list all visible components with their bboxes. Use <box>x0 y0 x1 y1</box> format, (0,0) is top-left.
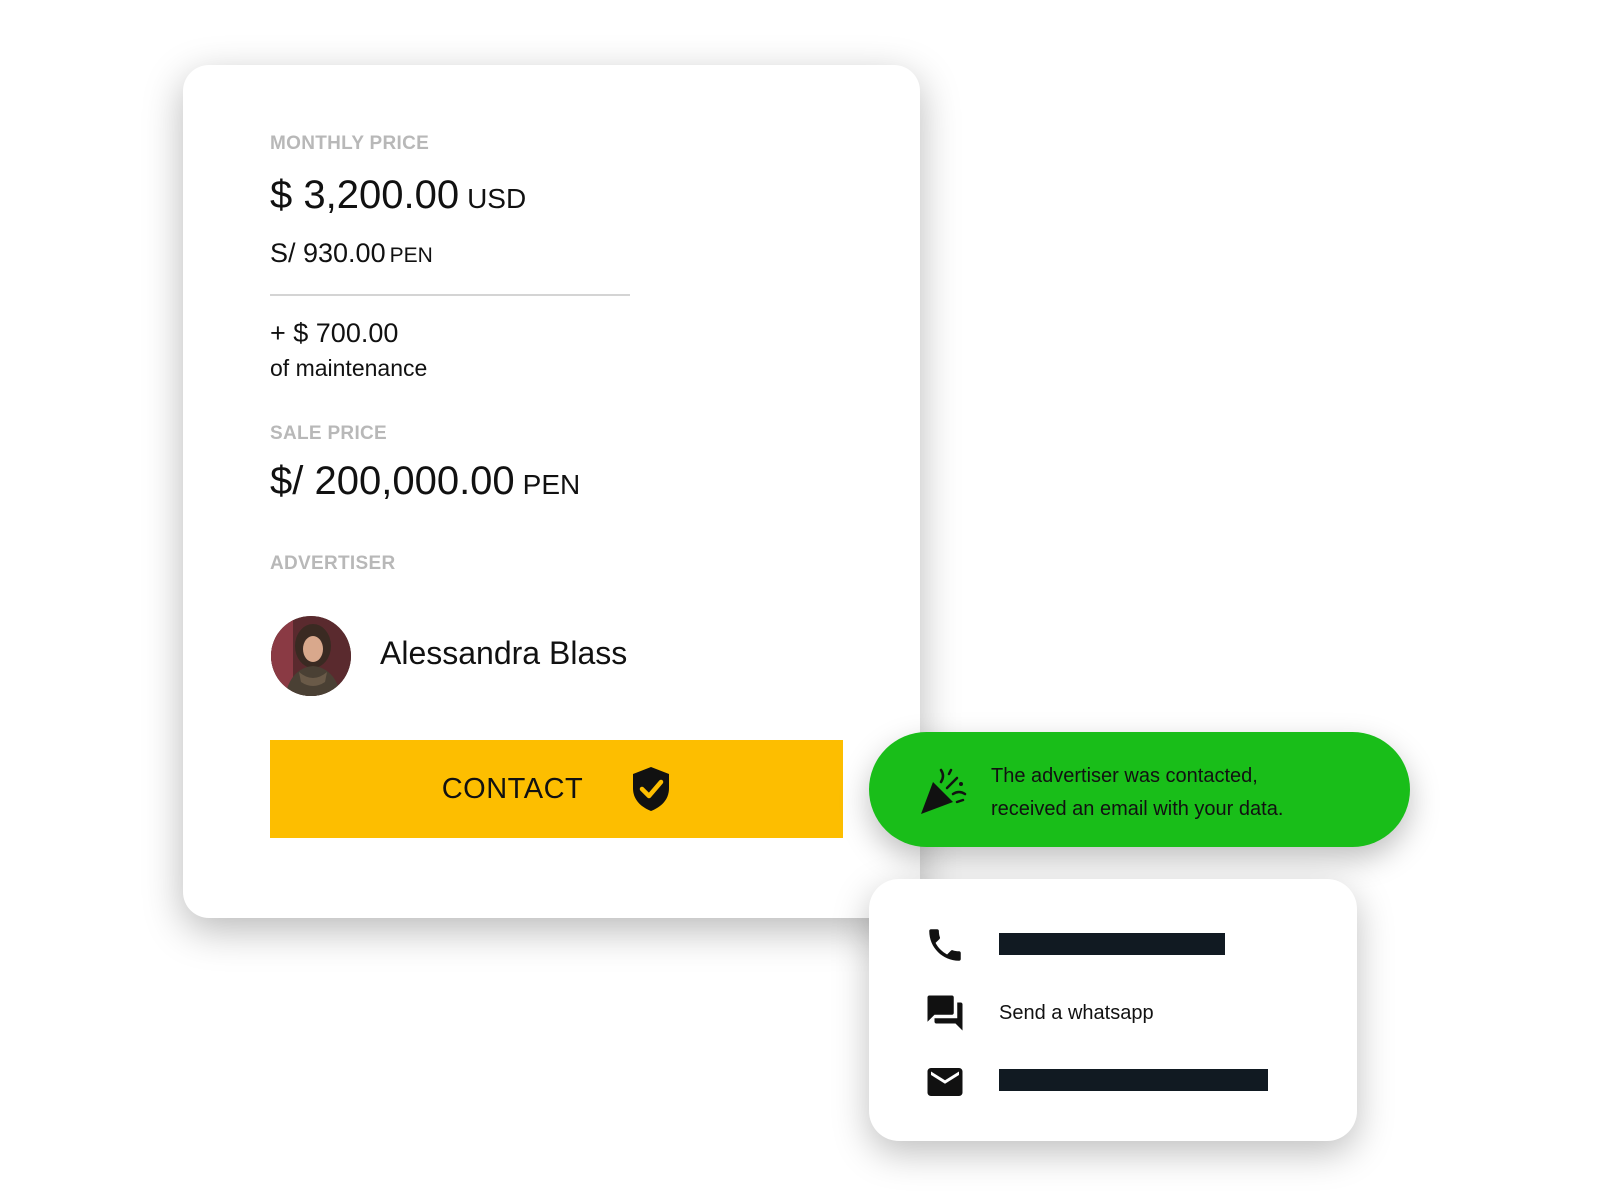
monthly-price-alt: S/ 930.00 PEN <box>270 238 433 269</box>
sale-price-currency: PEN <box>522 469 581 500</box>
shield-check-icon <box>633 767 670 811</box>
advertiser-name: Alessandra Blass <box>380 635 628 671</box>
whatsapp-label: Send a whatsapp <box>999 1002 1154 1024</box>
monthly-price: $ 3,200.00 USD <box>270 173 526 218</box>
maintenance-label: of maintenance <box>270 355 428 381</box>
monthly-price-label: MONTHLY PRICE <box>270 133 430 154</box>
sale-price-amount: $/ 200,000.00 <box>270 459 515 503</box>
phone-number-redacted <box>999 933 1225 955</box>
maintenance-amount: + $ 700.00 <box>270 318 399 348</box>
chat-icon <box>927 995 963 1031</box>
stage: MONTHLY PRICE $ 3,200.00 USD S/ 930.00 PEN… <box>0 0 1600 1200</box>
contact-options-card: Send a whatsapp <box>869 879 1357 1141</box>
price-card: MONTHLY PRICE $ 3,200.00 USD S/ 930.00 PEN… <box>183 65 920 918</box>
monthly-price-alt-amount: S/ 930.00 <box>270 238 386 268</box>
contact-button-label: CONTACT <box>441 772 584 805</box>
price-divider <box>270 294 630 296</box>
monthly-price-amount: $ 3,200.00 <box>270 173 460 217</box>
success-toast: The advertiser was contacted, received a… <box>869 732 1410 847</box>
sale-price-label: SALE PRICE <box>270 423 388 444</box>
toast-message: The advertiser was contacted, received a… <box>991 760 1391 826</box>
monthly-price-currency: USD <box>467 183 527 214</box>
party-popper-icon <box>921 768 967 814</box>
contact-button[interactable]: CONTACT <box>270 740 843 838</box>
avatar[interactable] <box>271 616 351 696</box>
avatar-photo <box>271 616 351 696</box>
phone-icon <box>929 929 961 961</box>
toast-line-1: The advertiser was contacted, <box>991 765 1258 787</box>
monthly-price-alt-currency: PEN <box>389 244 433 267</box>
email-address-redacted <box>999 1069 1268 1091</box>
mail-icon <box>927 1068 963 1096</box>
sale-price: $/ 200,000.00 PEN <box>270 459 580 504</box>
advertiser-label: ADVERTISER <box>270 553 396 574</box>
toast-line-2: received an email with your data. <box>991 798 1284 820</box>
